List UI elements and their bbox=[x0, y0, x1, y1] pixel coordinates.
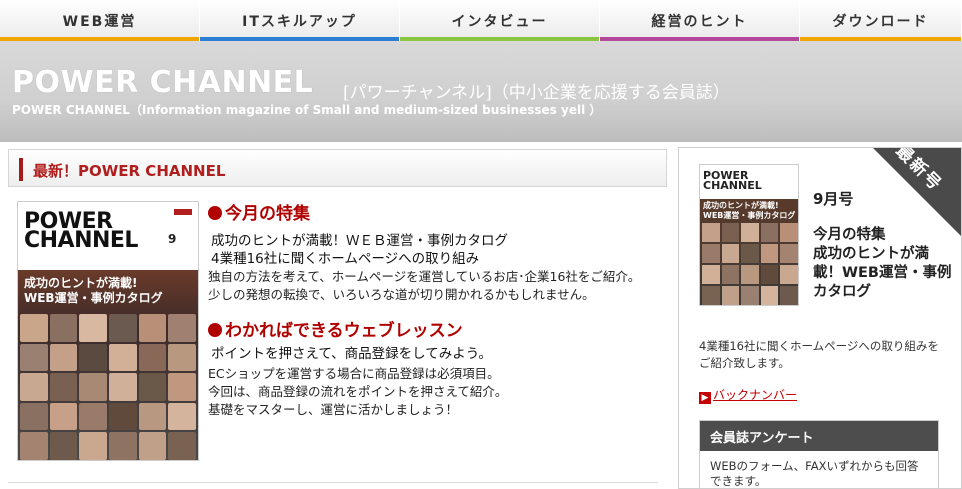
feature-line2: 4業種16社に聞くホームページへの取り組み bbox=[211, 251, 480, 267]
feature-line1: 成功のヒントが満載！ＷＥＢ運営・事例カタログ bbox=[211, 233, 508, 249]
nav-web-management[interactable]: WEB運営 bbox=[0, 0, 200, 41]
page-english-subtitle: POWER CHANNEL（Information magazine of Sm… bbox=[12, 103, 602, 117]
cover-portrait-grid bbox=[20, 314, 196, 460]
main-content: 最新！POWER CHANNEL POWER CHANNEL 9 成功のヒントが満… bbox=[8, 149, 668, 489]
cover-top: POWER CHANNEL 9 bbox=[18, 202, 198, 270]
cover-title: POWER CHANNEL bbox=[24, 211, 138, 253]
bullet-dot-icon bbox=[208, 323, 222, 337]
section-header: 最新！POWER CHANNEL bbox=[8, 149, 667, 187]
cover-issue-number: 9 bbox=[168, 232, 177, 246]
cover-logo bbox=[174, 209, 192, 215]
thumb-title: POWER CHANNEL bbox=[703, 170, 762, 192]
feature-heading[interactable]: 今月の特集 bbox=[208, 199, 658, 224]
section-title: 最新！POWER CHANNEL bbox=[33, 162, 226, 180]
top-navigation: WEB運営 ITスキルアップ インタビュー 経営のヒント ダウンロード bbox=[0, 0, 962, 41]
lesson-body1: ECショップを運営する場合に商品登録は必須項目。 bbox=[208, 366, 500, 381]
nav-management-hints[interactable]: 経営のヒント bbox=[600, 0, 800, 41]
cover-headline-line2: WEB運営・事例カタログ bbox=[24, 291, 163, 305]
side-description: 4業種16社に聞くホームページへの取り組みをご紹介致します。 bbox=[699, 339, 939, 370]
cover-headline: 成功のヒントが満載! WEB運営・事例カタログ bbox=[24, 276, 163, 306]
section-accent-bar bbox=[19, 158, 23, 181]
section-divider bbox=[8, 482, 658, 483]
latest-cover-thumbnail[interactable]: POWER CHANNEL 成功のヒントが満載! WEB運営・事例カタログ bbox=[699, 164, 799, 306]
backnumber-label: バックナンバー bbox=[713, 388, 798, 402]
page-header: POWER CHANNEL [パワーチャンネル]（中小企業を応援する会員誌） P… bbox=[0, 41, 962, 142]
lesson-line1: ポイントを押さえて、商品登録をしてみよう。 bbox=[211, 346, 492, 362]
lesson-heading-text: わかればできるウェブレッスン bbox=[225, 321, 463, 341]
nav-download[interactable]: ダウンロード bbox=[800, 0, 962, 41]
survey-title[interactable]: 会員誌アンケート bbox=[700, 421, 938, 451]
feature-articles: 今月の特集 成功のヒントが満載！ＷＥＢ運営・事例カタログ 4業種16社に聞くホー… bbox=[208, 199, 658, 419]
survey-body: WEBのフォーム、FAXいずれからも回答できます。 bbox=[710, 459, 919, 488]
nav-label: 経営のヒント bbox=[651, 13, 748, 30]
page-title: POWER CHANNEL bbox=[12, 65, 314, 100]
side-feature-title[interactable]: 今月の特集 成功のヒントが満載！WEB運営・事例カタログ bbox=[813, 226, 953, 302]
nav-label: WEB運営 bbox=[62, 13, 137, 30]
cover-title-line2: CHANNEL bbox=[24, 228, 138, 253]
magazine-cover[interactable]: POWER CHANNEL 9 成功のヒントが満載! WEB運営・事例カタログ bbox=[17, 201, 199, 461]
feature-body2: 少しの発想の転換で、いろいろな道が切り開かれるかもしれません。 bbox=[208, 287, 595, 302]
nav-label: ダウンロード bbox=[832, 13, 929, 30]
thumb-title-line2: CHANNEL bbox=[703, 179, 762, 192]
feature-body1: 独自の方法を考えて、ホームページを運営しているお店･企業16社をご紹介。 bbox=[208, 269, 641, 284]
backnumber-link[interactable]: ▶ バックナンバー bbox=[699, 386, 797, 404]
nav-label: ITスキルアップ bbox=[242, 13, 357, 30]
arrow-right-icon: ▶ bbox=[699, 392, 711, 404]
page-subtitle: [パワーチャンネル]（中小企業を応援する会員誌） bbox=[343, 83, 730, 103]
nav-it-skillup[interactable]: ITスキルアップ bbox=[200, 0, 400, 41]
survey-box: 会員誌アンケート WEBのフォーム、FAXいずれからも回答できます。 bbox=[699, 420, 939, 488]
lesson-body3: 基礎をマスターし、運営に活かしましょう！ bbox=[208, 402, 459, 417]
lesson-body2: 今回は、商品登録の流れをポイントを押さえて紹介。 bbox=[208, 384, 508, 399]
thumb-portrait-grid bbox=[702, 223, 798, 305]
feature-heading-text: 今月の特集 bbox=[225, 204, 310, 224]
cover-photo-area: 成功のヒントが満載! WEB運営・事例カタログ bbox=[18, 270, 198, 460]
nav-label: インタビュー bbox=[451, 13, 548, 30]
lesson-heading[interactable]: わかればできるウェブレッスン bbox=[208, 316, 658, 341]
cover-headline-line1: 成功のヒントが満載! bbox=[24, 276, 138, 290]
bullet-dot-icon bbox=[208, 206, 222, 220]
latest-issue-panel: 最新号 POWER CHANNEL 成功のヒントが満載! WEB運営・事例カタログ… bbox=[678, 147, 962, 489]
thumb-photo-area: 成功のヒントが満載! WEB運営・事例カタログ bbox=[700, 199, 798, 305]
thumb-headline: 成功のヒントが満載! WEB運営・事例カタログ bbox=[703, 201, 796, 220]
nav-interview[interactable]: インタビュー bbox=[400, 0, 600, 41]
issue-label: 9月号 bbox=[813, 190, 854, 208]
